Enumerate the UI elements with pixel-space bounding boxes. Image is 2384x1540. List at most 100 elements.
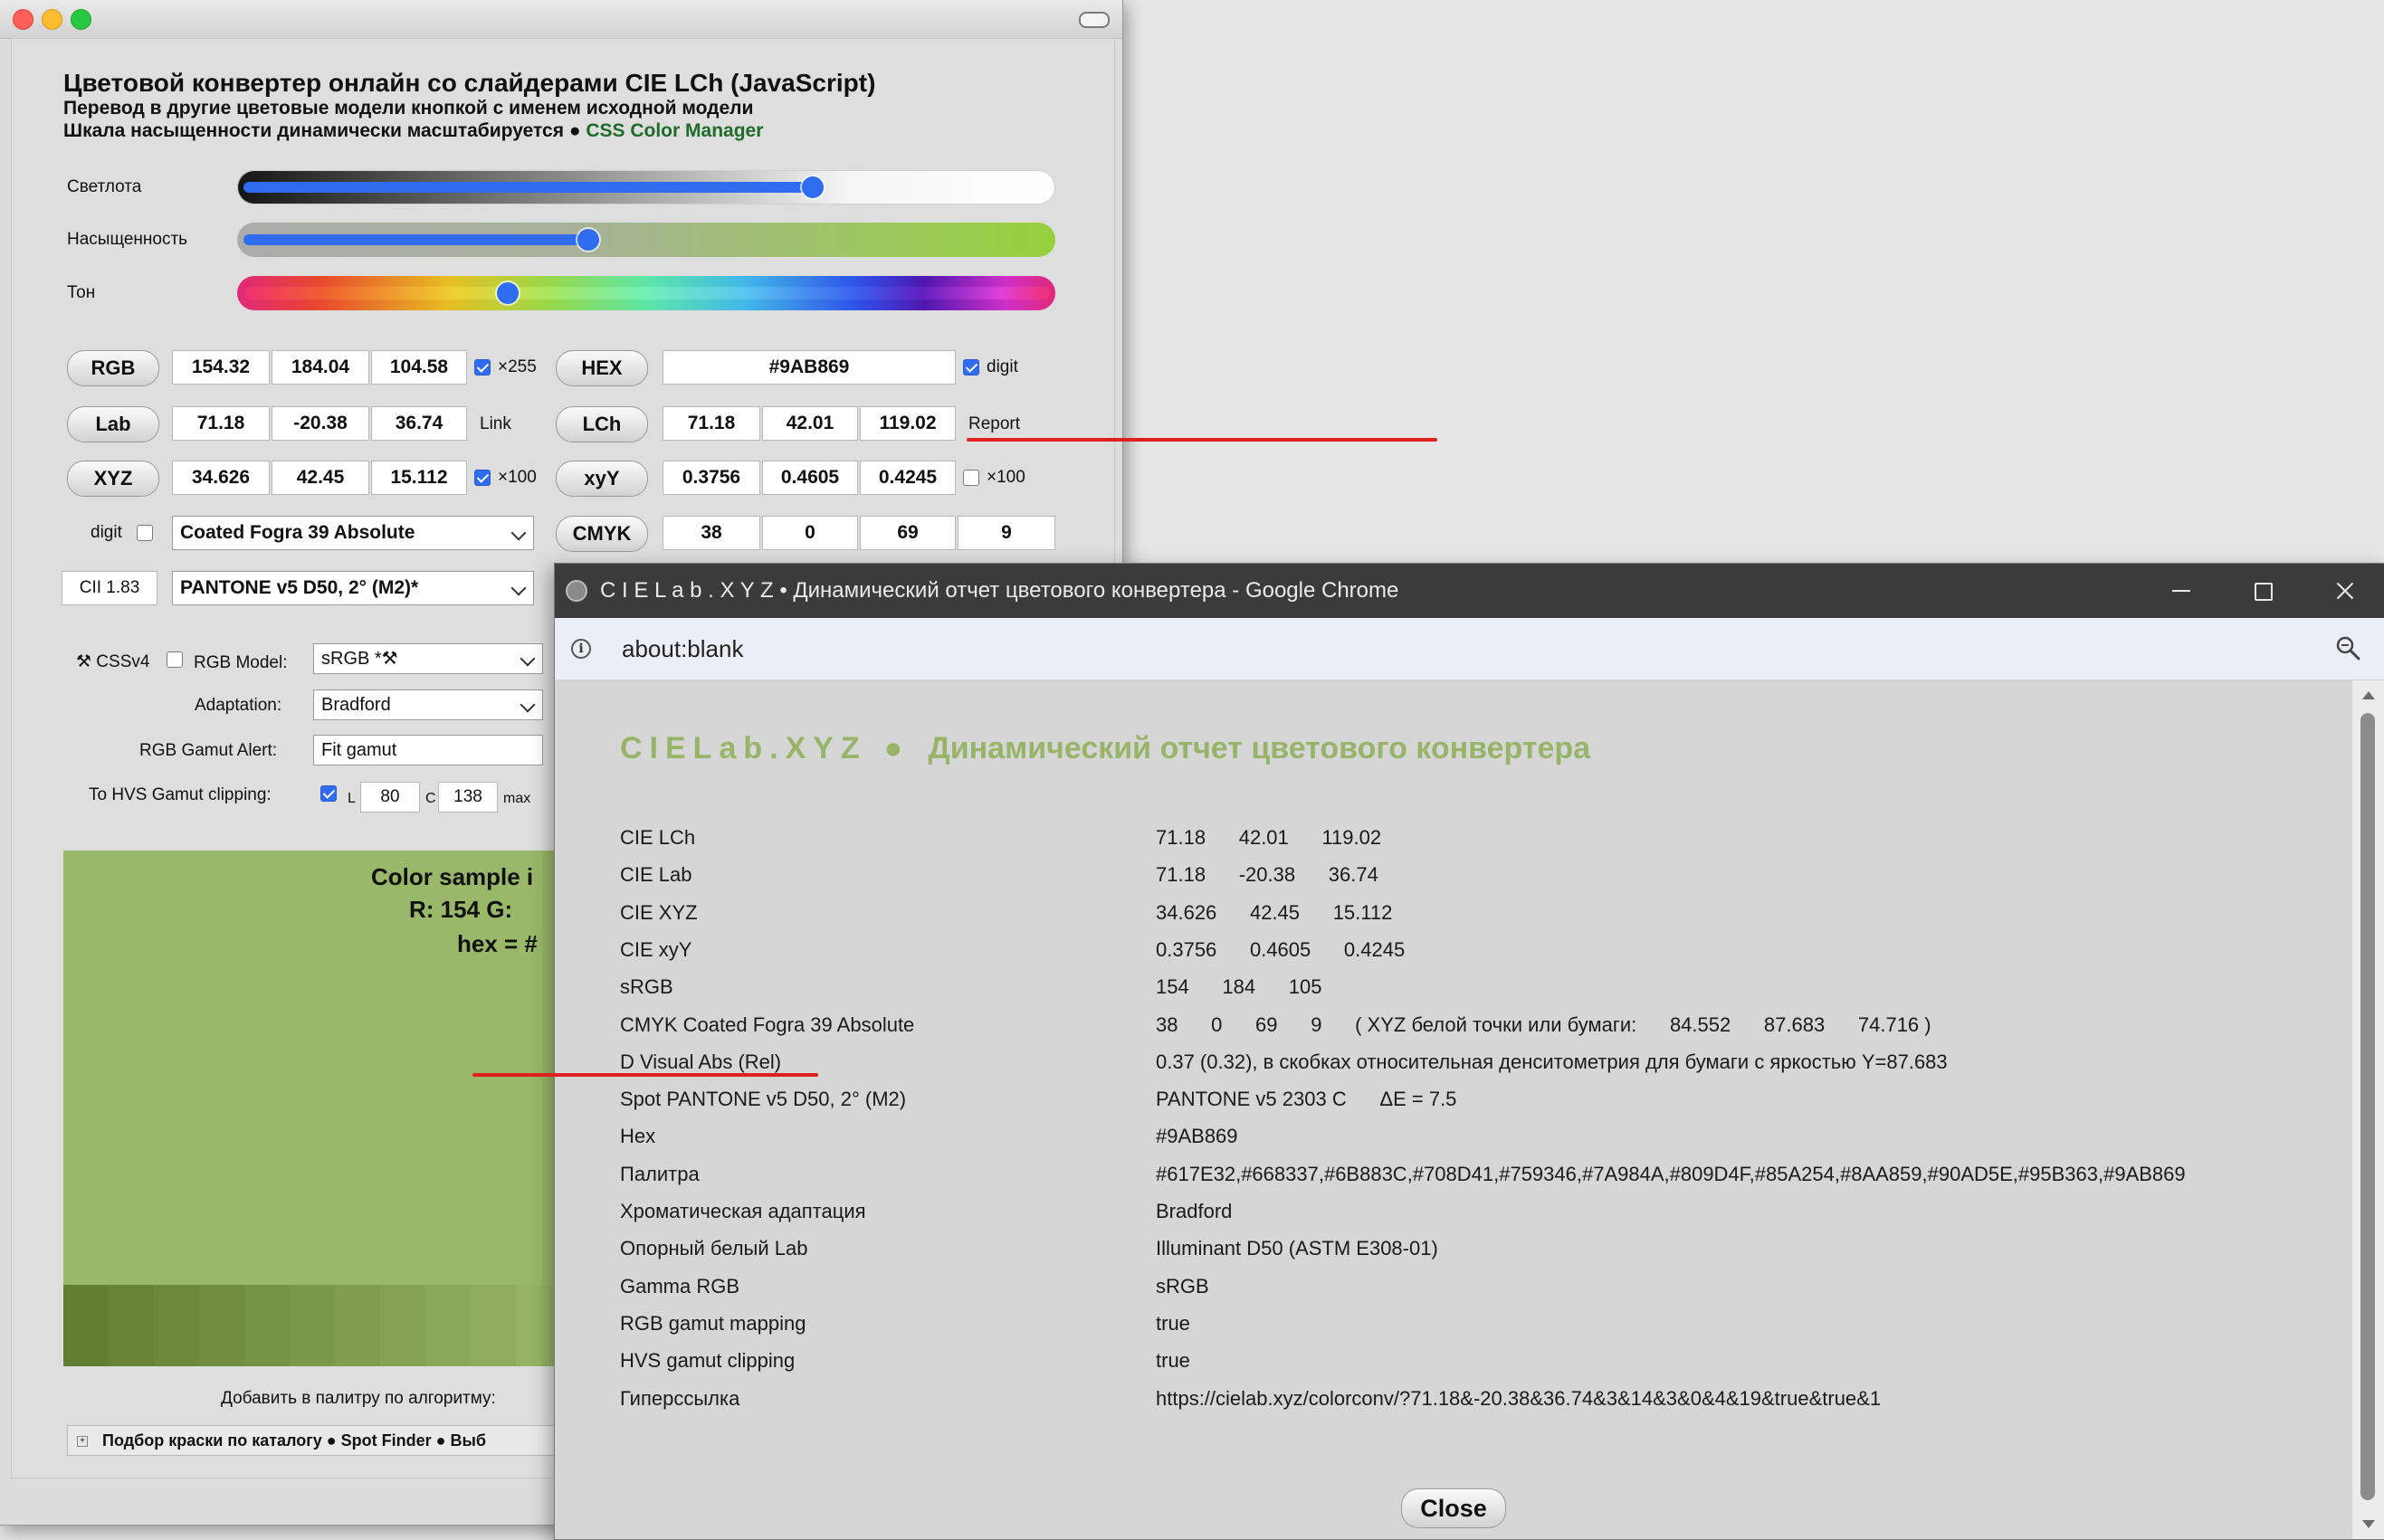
rgb-g-input[interactable]: 184.04 (272, 350, 369, 385)
minimize-window-button[interactable] (42, 9, 62, 30)
cmyk-y-input[interactable]: 69 (860, 516, 956, 550)
close-icon[interactable] (2303, 564, 2384, 618)
scroll-down-icon[interactable] (2362, 1520, 2375, 1528)
report-row-value: #9AB869 (1156, 1125, 1238, 1147)
spot-finder-text: Подбор краски по каталогу ● Spot Finder … (102, 1431, 486, 1450)
chroma-slider-thumb[interactable] (577, 229, 599, 251)
palette-swatch[interactable] (109, 1285, 154, 1366)
xyz-scale-label: ×100 (498, 468, 537, 487)
hvs-l-input[interactable]: 80 (360, 782, 420, 813)
xyy-button[interactable]: xyY (556, 461, 648, 497)
report-row-key: Hex (620, 1125, 656, 1147)
lab-link[interactable]: Link (480, 414, 511, 434)
palette-swatch[interactable] (425, 1285, 471, 1366)
palette-swatch[interactable] (471, 1285, 516, 1366)
globe-icon (566, 580, 587, 602)
palette-swatch[interactable] (244, 1285, 290, 1366)
xyy-scale-checkbox[interactable] (963, 470, 979, 486)
rgb-scale-label: ×255 (498, 357, 537, 376)
close-button[interactable]: Close (1401, 1488, 1506, 1528)
hex-digit-label: digit (987, 357, 1018, 376)
cssv4-checkbox[interactable] (167, 651, 183, 668)
rgb-model-select[interactable]: sRGB *⚒ (313, 643, 543, 674)
cmyk-button[interactable]: CMYK (556, 516, 648, 552)
xyy-x-input[interactable]: 0.3756 (663, 461, 760, 495)
xyz-z-input[interactable]: 15.112 (371, 461, 467, 495)
report-row-key: Палитра (620, 1163, 700, 1185)
lightness-label: Светлота (67, 177, 142, 196)
lch-c-input[interactable]: 42.01 (762, 406, 858, 441)
spot-library-select[interactable]: PANTONE v5 D50, 2° (M2)* (172, 571, 534, 605)
cmyk-m-input[interactable]: 0 (762, 516, 858, 550)
spot-finder-bar[interactable]: + Подбор краски по каталогу ● Spot Finder… (67, 1425, 610, 1456)
rgb-button[interactable]: RGB (67, 350, 159, 386)
expand-icon[interactable]: + (77, 1436, 88, 1447)
rgb-scale-checkbox[interactable] (474, 359, 491, 375)
hvs-clipping-checkbox[interactable] (320, 785, 337, 802)
info-icon[interactable]: i (571, 639, 591, 659)
toolbar-toggle-button[interactable] (1079, 12, 1110, 28)
report-row-value: 34.626 42.45 15.112 (1156, 901, 1393, 924)
hvs-l-label: L (348, 791, 356, 806)
xyy-y-input[interactable]: 0.4605 (762, 461, 858, 495)
adaptation-select[interactable]: Bradford (313, 689, 543, 720)
lab-b-input[interactable]: 36.74 (371, 406, 467, 441)
cmyk-profile-select[interactable]: Coated Fogra 39 Absolute (172, 516, 534, 550)
hue-slider-thumb[interactable] (497, 282, 520, 304)
cmyk-c-input[interactable]: 38 (663, 516, 760, 550)
cmyk-k-input[interactable]: 9 (958, 516, 1055, 550)
close-window-button[interactable] (13, 9, 33, 30)
lightness-slider-fill (243, 182, 815, 193)
xyz-button[interactable]: XYZ (67, 461, 159, 497)
css-color-manager-link[interactable]: CSS Color Manager (586, 120, 763, 141)
rgb-b-input[interactable]: 104.58 (371, 350, 467, 385)
report-scrollbar[interactable] (2351, 680, 2384, 1539)
xyz-y-input[interactable]: 42.45 (272, 461, 369, 495)
hex-input[interactable]: #9AB869 (663, 350, 956, 385)
zoom-window-button[interactable] (71, 9, 91, 30)
lch-button[interactable]: LCh (556, 406, 648, 442)
lch-l-input[interactable]: 71.18 (663, 406, 760, 441)
palette-swatch[interactable] (154, 1285, 199, 1366)
report-row-value: sRGB (1156, 1275, 1209, 1298)
xyz-scale-checkbox[interactable] (474, 470, 491, 486)
xyy-Y-input[interactable]: 0.4245 (860, 461, 956, 495)
palette-swatch[interactable] (290, 1285, 335, 1366)
page-subtitle-2: Шкала насыщенности динамически масштабир… (63, 120, 763, 142)
hex-button[interactable]: HEX (556, 350, 648, 386)
address-url[interactable]: about:blank (622, 618, 743, 680)
scrollbar-thumb[interactable] (2360, 713, 2375, 1500)
scroll-up-icon[interactable] (2362, 691, 2375, 699)
gamut-alert-select[interactable]: Fit gamut (313, 735, 543, 765)
address-bar[interactable]: i about:blank (555, 618, 2384, 680)
maximize-icon[interactable] (2222, 564, 2303, 618)
palette-swatch[interactable] (380, 1285, 425, 1366)
xyy-scale-label: ×100 (987, 468, 1025, 487)
cmyk-digit-checkbox[interactable] (137, 525, 153, 541)
palette-swatch[interactable] (63, 1285, 109, 1366)
hvs-clipping-label: To HVS Gamut clipping: (89, 785, 272, 804)
hvs-c-input[interactable]: 138 (438, 782, 498, 813)
report-row-key: Хроматическая адаптация (620, 1200, 866, 1222)
adaptation-value: Bradford (321, 695, 391, 715)
minimize-icon[interactable] (2141, 564, 2222, 618)
gamut-alert-label: RGB Gamut Alert: (139, 741, 278, 760)
palette-swatch[interactable] (199, 1285, 244, 1366)
rgb-r-input[interactable]: 154.32 (172, 350, 270, 385)
report-row-value: 154 184 105 (1156, 975, 1322, 998)
lab-a-input[interactable]: -20.38 (272, 406, 369, 441)
lab-l-input[interactable]: 71.18 (172, 406, 270, 441)
zoom-icon[interactable] (2334, 634, 2361, 661)
report-window-title: C I E L a b . X Y Z • Динамический отчет… (600, 578, 1399, 603)
hex-digit-checkbox[interactable] (963, 359, 979, 375)
report-link[interactable]: Report (968, 414, 1020, 434)
lab-button[interactable]: Lab (67, 406, 159, 442)
palette-swatch[interactable] (335, 1285, 380, 1366)
report-row-value: Bradford (1156, 1200, 1233, 1222)
chroma-label: Насыщенность (67, 230, 188, 249)
report-row-value: #617E32,#668337,#6B883C,#708D41,#759346,… (1156, 1163, 2186, 1185)
hue-slider-inner (244, 287, 1050, 299)
lch-h-input[interactable]: 119.02 (860, 406, 956, 441)
report-row-key: Gamma RGB (620, 1275, 740, 1298)
xyz-x-input[interactable]: 34.626 (172, 461, 270, 495)
